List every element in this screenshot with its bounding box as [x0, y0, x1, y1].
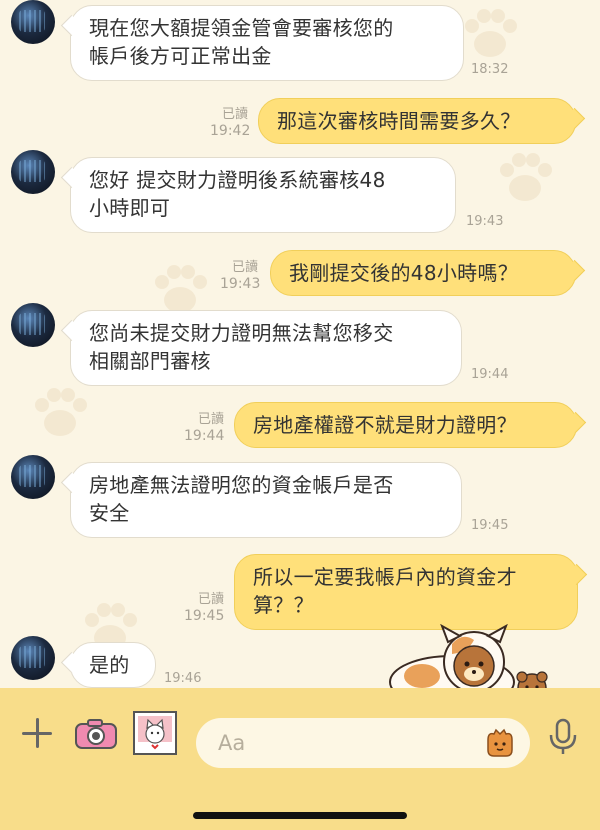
message-time: 19:44 — [471, 367, 509, 382]
home-indicator[interactable] — [193, 812, 407, 819]
read-label: 已讀 — [197, 592, 224, 607]
message-incoming[interactable]: 房地產無法證明您的資金帳戶是否 安全 — [70, 462, 462, 538]
sticker-icon[interactable] — [484, 728, 516, 758]
avatar[interactable] — [11, 0, 55, 44]
plus-icon[interactable] — [20, 716, 54, 750]
avatar[interactable] — [11, 455, 55, 499]
message-time: 19:43 — [466, 214, 504, 229]
paw-decoration — [465, 9, 517, 57]
read-receipt: 已讀 19:44 — [184, 412, 224, 444]
avatar[interactable] — [11, 636, 55, 680]
message-time: 19:43 — [220, 276, 261, 292]
message-incoming[interactable]: 您好 提交財力證明後系統審核48 小時即可 — [70, 157, 456, 233]
microphone-icon[interactable] — [548, 718, 578, 756]
message-time: 19:42 — [210, 123, 251, 139]
read-receipt: 已讀 19:45 — [184, 592, 224, 624]
chat-area[interactable]: 現在您大額提領金管會要審核您的 帳戶後方可正常出金 18:32 已讀 19:42… — [0, 0, 600, 688]
read-label: 已讀 — [231, 260, 258, 275]
message-time: 18:32 — [471, 62, 509, 77]
camera-icon[interactable] — [74, 718, 118, 750]
message-outgoing[interactable]: 所以一定要我帳戶內的資金才 算？？ — [234, 554, 578, 630]
paw-decoration — [500, 153, 552, 201]
avatar[interactable] — [11, 303, 55, 347]
photo-icon[interactable] — [132, 710, 178, 756]
message-time: 19:45 — [184, 608, 225, 624]
read-receipt: 已讀 19:43 — [220, 260, 261, 292]
message-incoming[interactable]: 您尚未提交財力證明無法幫您移交 相關部門審核 — [70, 310, 462, 386]
message-outgoing[interactable]: 我剛提交後的48小時嗎？ — [270, 250, 576, 296]
read-label: 已讀 — [221, 107, 248, 122]
message-time: 19:46 — [164, 671, 202, 686]
message-outgoing[interactable]: 房地產權證不就是財力證明？ — [234, 402, 577, 448]
message-incoming[interactable]: 是的 — [70, 642, 156, 688]
message-outgoing[interactable]: 那這次審核時間需要多久？ — [258, 98, 576, 144]
message-time: 19:44 — [184, 428, 225, 444]
message-incoming[interactable]: 現在您大額提領金管會要審核您的 帳戶後方可正常出金 — [70, 5, 464, 81]
input-toolbar: Aa — [0, 688, 600, 830]
read-receipt: 已讀 19:42 — [210, 107, 251, 139]
message-input[interactable]: Aa — [196, 718, 530, 768]
avatar[interactable] — [11, 150, 55, 194]
paw-decoration — [35, 388, 87, 436]
read-label: 已讀 — [197, 412, 224, 427]
message-time: 19:45 — [471, 518, 509, 533]
